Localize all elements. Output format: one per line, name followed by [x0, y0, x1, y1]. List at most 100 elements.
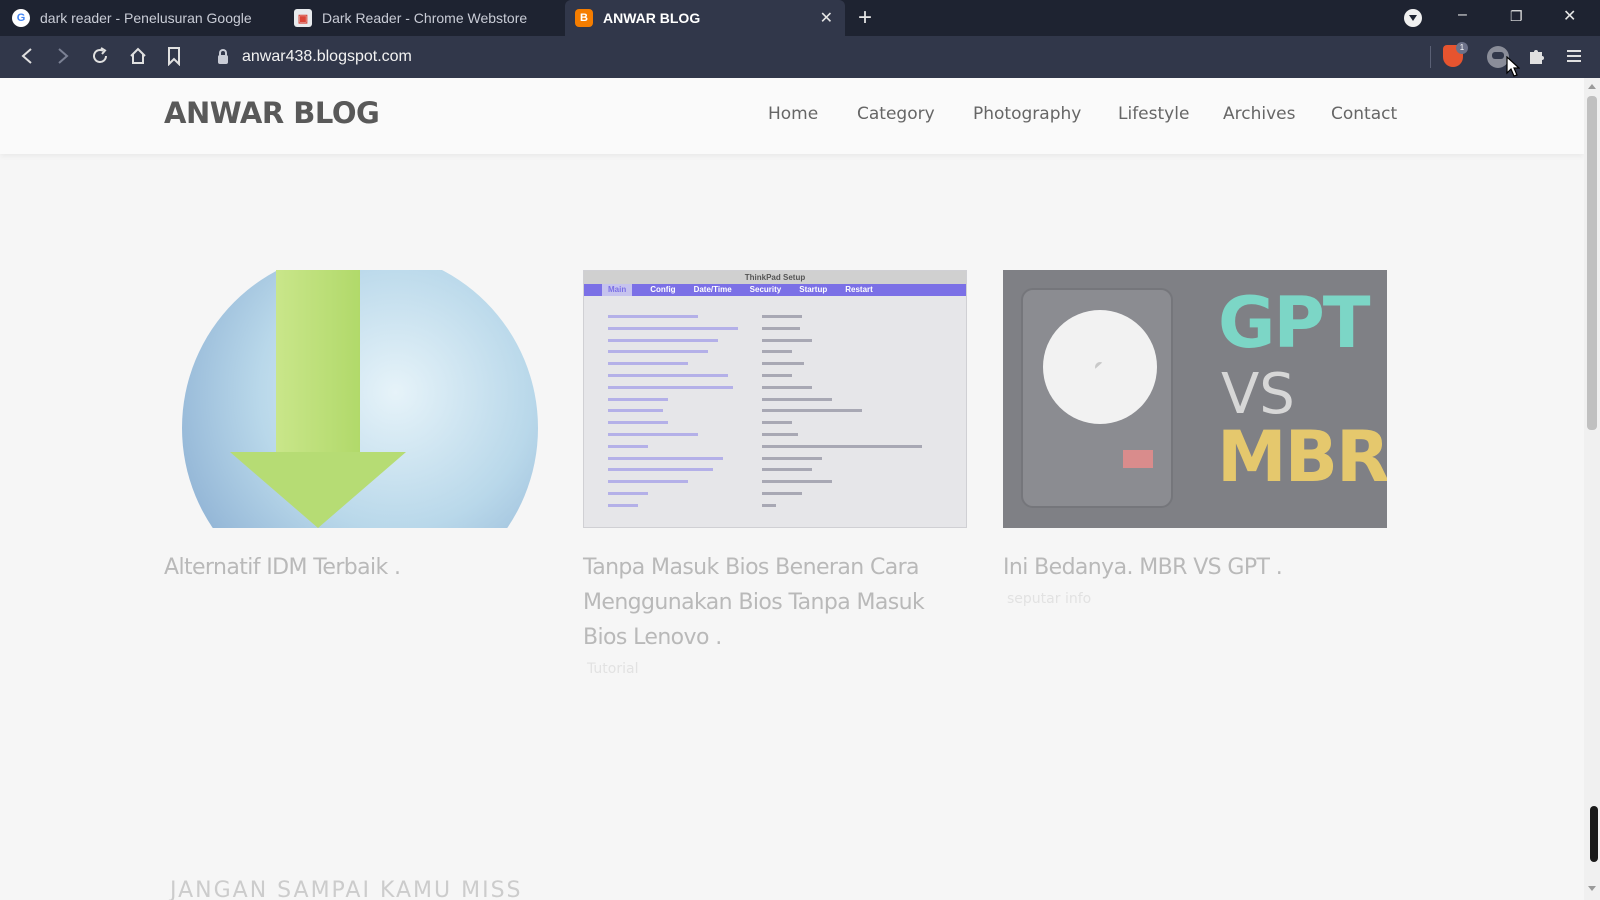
bios-row-value: [762, 492, 802, 495]
bios-row-value: [762, 468, 812, 472]
post-title[interactable]: Alternatif IDM Terbaik .: [164, 550, 548, 585]
bios-row-value: [762, 409, 862, 413]
bios-row-label: [608, 503, 638, 507]
post-title[interactable]: Ini Bedanya. MBR VS GPT .: [1003, 550, 1387, 585]
globe-download-icon[interactable]: [164, 270, 548, 528]
bios-row-value: [762, 421, 792, 425]
bios-row-value: [762, 433, 798, 436]
url-text[interactable]: anwar438.blogspot.com: [242, 48, 412, 66]
bios-info-row: [608, 431, 948, 439]
post-card[interactable]: ThinkPad Setup Main Config Date/Time Sec…: [583, 270, 967, 677]
reload-icon[interactable]: [90, 46, 110, 66]
site-logo[interactable]: ANWAR BLOG: [164, 96, 380, 130]
page-scrollbar[interactable]: [1584, 78, 1600, 900]
close-tab-icon[interactable]: ✕: [820, 8, 833, 28]
bios-row-label: [608, 409, 663, 413]
address-bar[interactable]: anwar438.blogspot.com: [206, 41, 1426, 73]
gpt-vs-mbr-disk[interactable]: GPT VS MBR: [1003, 270, 1387, 528]
nav-category[interactable]: Category: [857, 104, 935, 124]
bios-row-label: [608, 362, 688, 366]
disk-chip: [1123, 450, 1153, 468]
bios-info-row: [608, 466, 948, 474]
site-header: ANWAR BLOG Home Category Photography Lif…: [0, 78, 1584, 154]
extensions-puzzle-icon[interactable]: [1526, 46, 1546, 66]
minimize-button[interactable]: –: [1458, 6, 1467, 24]
nav-contact[interactable]: Contact: [1331, 104, 1397, 124]
close-window-button[interactable]: ✕: [1563, 6, 1576, 26]
arrow-shaft: [276, 270, 360, 452]
bios-info-row: [608, 360, 948, 368]
bios-menu-item: Date/Time: [693, 285, 732, 294]
scrollbar-thumb[interactable]: [1587, 96, 1597, 430]
chrome-webstore-icon: ▣: [294, 9, 312, 27]
tab-title: ANWAR BLOG: [603, 10, 701, 26]
tab-search-icon[interactable]: [1404, 9, 1422, 27]
scroll-up-arrow-icon[interactable]: [1588, 84, 1596, 89]
bios-row-value: [762, 385, 812, 389]
bios-menu-item: Restart: [845, 285, 873, 294]
nav-photography[interactable]: Photography: [973, 104, 1081, 124]
bios-info-row: [608, 348, 948, 356]
bios-menu-item: Startup: [799, 285, 828, 294]
arrow-head: [230, 452, 406, 528]
bios-row-label: [608, 350, 708, 354]
bios-row-label: [608, 433, 698, 436]
section-heading: JANGAN SAMPAI KAMU MISS: [170, 878, 523, 900]
nav-archives[interactable]: Archives: [1223, 104, 1295, 124]
bios-info-row: [608, 478, 948, 486]
nav-home[interactable]: Home: [768, 104, 818, 124]
scroll-handle[interactable]: [1590, 806, 1598, 862]
mouse-cursor-icon: [1506, 56, 1520, 77]
bios-info-row: [608, 384, 948, 392]
bios-row-value: [762, 350, 792, 354]
bios-info-row: [608, 443, 948, 451]
forward-icon[interactable]: [54, 46, 72, 66]
post-label[interactable]: seputar info: [1003, 591, 1387, 607]
nav-lifestyle[interactable]: Lifestyle: [1118, 104, 1189, 124]
bios-row-label: [608, 468, 713, 472]
tab-chrome-webstore[interactable]: ▣ Dark Reader - Chrome Webstore: [294, 0, 562, 36]
bios-row-label: [608, 315, 698, 318]
hard-disk-icon: [1021, 288, 1173, 508]
post-card[interactable]: GPT VS MBR Ini Bedanya. MBR VS GPT . sep…: [1003, 270, 1387, 607]
bios-menu-item: Config: [650, 285, 676, 294]
bios-info-row: [608, 337, 948, 345]
bios-row-value: [762, 326, 800, 330]
bios-row-value: [762, 480, 832, 484]
bios-row-label: [608, 338, 718, 342]
bios-row-label: [608, 326, 738, 330]
tab-anwar-blog[interactable]: B ANWAR BLOG ✕: [565, 0, 845, 36]
home-icon[interactable]: [128, 46, 148, 66]
bios-info-row: [608, 396, 948, 404]
bios-row-value: [762, 503, 776, 507]
bios-row-label: [608, 492, 648, 495]
lock-icon[interactable]: [218, 48, 228, 64]
bios-info-row: [608, 407, 948, 415]
bios-row-value: [762, 338, 812, 342]
bios-menu-item: Main: [602, 284, 633, 296]
bios-row-label: [608, 374, 728, 377]
post-label[interactable]: Tutorial: [583, 661, 967, 677]
bookmark-icon[interactable]: [166, 46, 182, 66]
post-card[interactable]: Alternatif IDM Terbaik .: [164, 270, 548, 591]
scroll-down-arrow-icon[interactable]: [1588, 886, 1596, 891]
new-tab-button[interactable]: +: [858, 4, 872, 32]
bios-menu: Main Config Date/Time Security Startup R…: [584, 284, 966, 296]
bios-row-value: [762, 444, 922, 448]
menu-icon[interactable]: [1566, 48, 1582, 64]
back-icon[interactable]: [18, 46, 36, 66]
bios-setup-screen[interactable]: ThinkPad Setup Main Config Date/Time Sec…: [583, 270, 967, 528]
bios-row-label: [608, 480, 688, 484]
gpt-text: GPT: [1218, 282, 1371, 364]
tab-title: dark reader - Penelusuran Google: [40, 10, 252, 26]
google-icon: G: [12, 9, 30, 27]
browser-tab-strip: G dark reader - Penelusuran Google ▣ Dar…: [0, 0, 1600, 36]
bios-row-value: [762, 456, 822, 460]
bios-info-row: [608, 490, 948, 498]
post-title[interactable]: Tanpa Masuk Bios Beneran Cara Menggunaka…: [583, 550, 967, 655]
toolbar-divider: [1430, 46, 1431, 68]
restore-button[interactable]: ❐: [1510, 8, 1523, 25]
bios-info-row: [608, 502, 948, 510]
shields-count-badge: 1: [1456, 42, 1468, 54]
tab-google-search[interactable]: G dark reader - Penelusuran Google: [12, 0, 282, 36]
